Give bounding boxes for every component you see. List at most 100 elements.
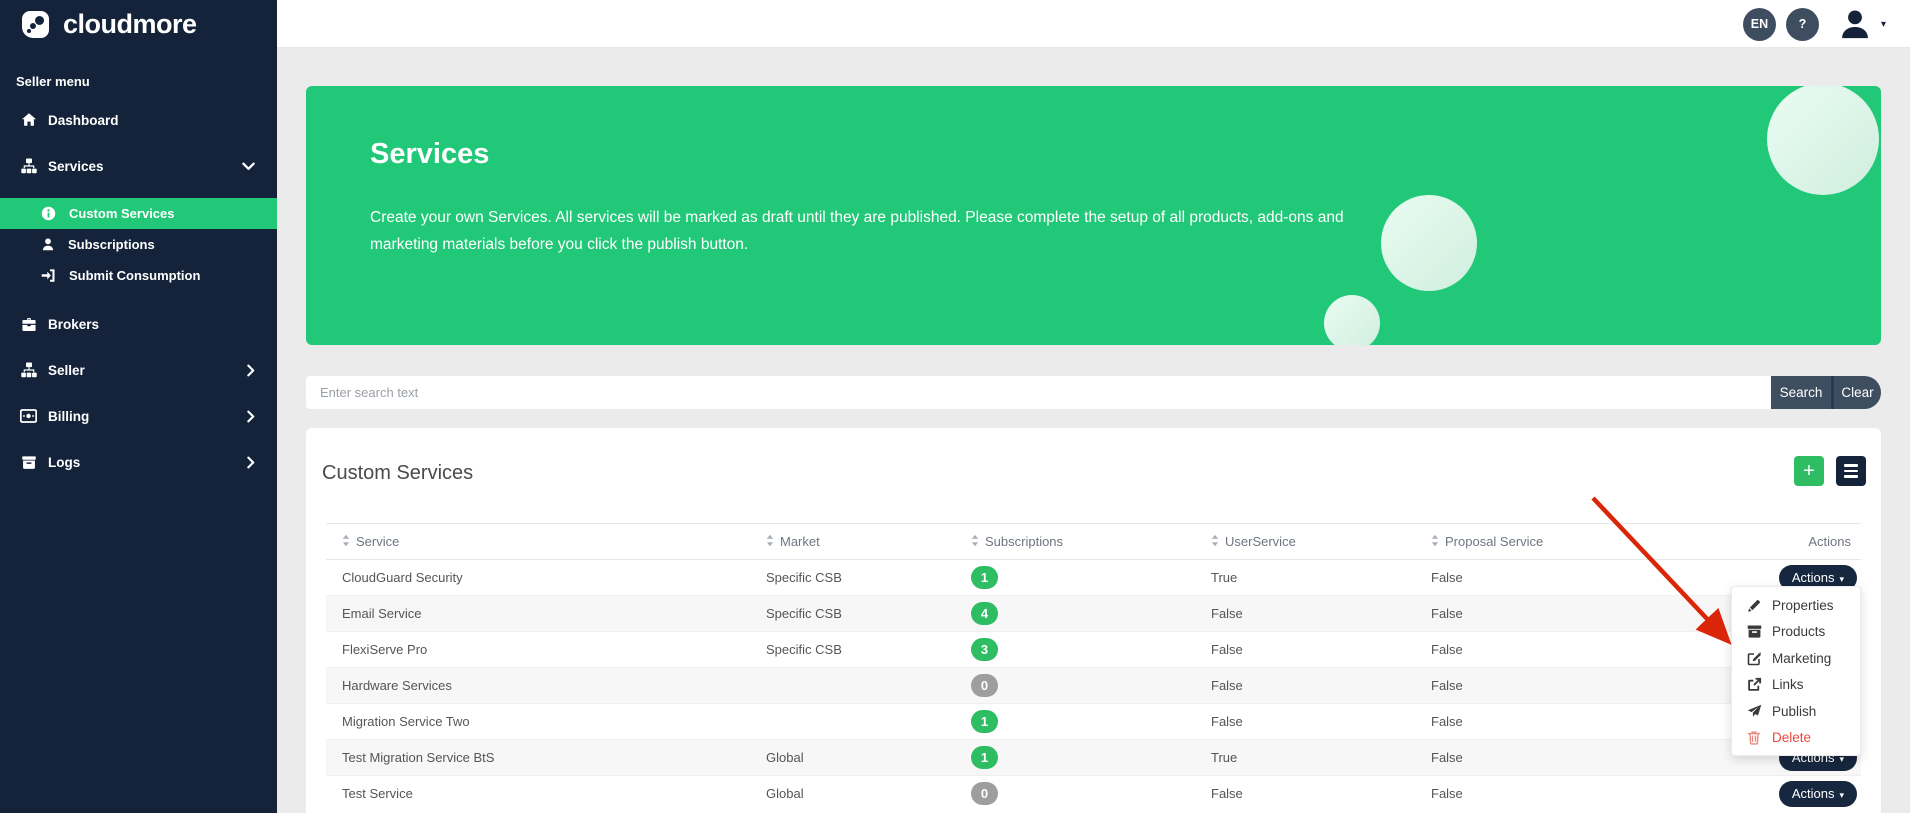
sidebar-item-seller[interactable]: Seller xyxy=(0,347,277,393)
service-cell: Migration Service Two xyxy=(326,704,750,740)
userservice-cell: True xyxy=(1195,560,1415,596)
chevron-right-icon xyxy=(247,364,255,377)
table-row: Email Service Specific CSB 4 False False… xyxy=(326,596,1861,632)
sidebar-item-brokers[interactable]: Brokers xyxy=(0,301,277,347)
table-row: Migration Service Two 1 False False Acti… xyxy=(326,704,1861,740)
market-cell: Specific CSB xyxy=(750,596,955,632)
sidebar-item-label: Submit Consumption xyxy=(69,268,200,283)
search-input[interactable] xyxy=(306,376,1771,409)
proposal-cell: False xyxy=(1415,560,1670,596)
userservice-cell: True xyxy=(1195,740,1415,776)
column-header-service[interactable]: Service xyxy=(326,524,750,560)
decorative-circle xyxy=(1767,86,1879,195)
page-title: Services xyxy=(370,138,489,171)
search-bar: Search Clear xyxy=(306,376,1881,409)
market-cell: Global xyxy=(750,776,955,812)
add-service-button[interactable]: + xyxy=(1794,456,1824,486)
proposal-cell: False xyxy=(1415,596,1670,632)
column-header-userservice[interactable]: UserService xyxy=(1195,524,1415,560)
subscriptions-badge: 4 xyxy=(971,602,998,625)
custom-services-panel: Custom Services + Service Market Subscri… xyxy=(306,428,1881,813)
help-button[interactable]: ? xyxy=(1786,8,1819,41)
userservice-cell: False xyxy=(1195,776,1415,812)
billing-icon xyxy=(20,409,37,423)
briefcase-icon xyxy=(20,317,37,332)
column-header-market[interactable]: Market xyxy=(750,524,955,560)
menu-item-delete[interactable]: Delete xyxy=(1732,725,1860,752)
menu-item-properties[interactable]: Properties xyxy=(1732,592,1860,619)
menu-item-products[interactable]: Products xyxy=(1732,619,1860,646)
chevron-down-icon: ▾ xyxy=(1839,790,1844,800)
decorative-circle xyxy=(1324,295,1380,345)
sidebar-item-services[interactable]: Services xyxy=(0,143,277,189)
service-cell: Test Migration Service BtS xyxy=(326,740,750,776)
brand-name: cloudmore xyxy=(63,11,197,38)
sidebar-item-label: Seller xyxy=(48,363,85,378)
userservice-cell: False xyxy=(1195,668,1415,704)
subscriptions-badge: 1 xyxy=(971,710,998,733)
proposal-cell: False xyxy=(1415,776,1670,812)
subscriptions-badge: 0 xyxy=(971,782,998,805)
sort-icon xyxy=(1431,534,1439,550)
column-header-actions: Actions xyxy=(1670,524,1861,560)
proposal-cell: False xyxy=(1415,704,1670,740)
sidebar-item-billing[interactable]: Billing xyxy=(0,393,277,439)
services-banner: Services Create your own Services. All s… xyxy=(306,86,1881,345)
sidebar-item-label: Custom Services xyxy=(69,206,175,221)
sort-icon xyxy=(342,534,350,550)
sort-icon xyxy=(1211,534,1219,550)
sort-icon xyxy=(766,534,774,550)
sidebar-item-dashboard[interactable]: Dashboard xyxy=(0,97,277,143)
subscriptions-badge: 1 xyxy=(971,566,998,589)
column-header-proposal-service[interactable]: Proposal Service xyxy=(1415,524,1670,560)
external-link-icon xyxy=(1746,677,1762,692)
clear-button[interactable]: Clear xyxy=(1831,376,1881,409)
sidebar-item-custom-services[interactable]: Custom Services xyxy=(0,198,277,229)
chevron-right-icon xyxy=(247,456,255,469)
menu-item-marketing[interactable]: Marketing xyxy=(1732,645,1860,672)
seller-menu-label: Seller menu xyxy=(0,48,277,89)
table-row: Hardware Services 0 False False Actions▾ xyxy=(326,668,1861,704)
userservice-cell: False xyxy=(1195,596,1415,632)
proposal-cell: False xyxy=(1415,740,1670,776)
market-cell xyxy=(750,668,955,704)
service-cell: Hardware Services xyxy=(326,668,750,704)
services-submenu: Custom Services Subscriptions Submit Con… xyxy=(0,198,277,291)
sidebar-item-subscriptions[interactable]: Subscriptions xyxy=(0,229,277,260)
cloudmore-logo-icon xyxy=(22,11,49,38)
column-header-subscriptions[interactable]: Subscriptions xyxy=(955,524,1195,560)
subscriptions-badge: 0 xyxy=(971,674,998,697)
proposal-cell: False xyxy=(1415,632,1670,668)
sidebar-item-label: Billing xyxy=(48,409,89,424)
list-view-button[interactable] xyxy=(1836,456,1866,486)
sidebar: cloudmore Seller menu Dashboard xyxy=(0,0,277,813)
userservice-cell: False xyxy=(1195,632,1415,668)
cloudmore-logo[interactable]: cloudmore xyxy=(0,0,277,48)
sitemap-icon xyxy=(20,362,37,378)
sidebar-item-label: Logs xyxy=(48,455,80,470)
menu-item-links[interactable]: Links xyxy=(1732,672,1860,699)
user-menu[interactable]: ▾ xyxy=(1837,6,1886,42)
custom-services-table: Service Market Subscriptions UserService… xyxy=(326,523,1861,812)
home-icon xyxy=(20,112,37,128)
trash-icon xyxy=(1746,730,1762,745)
service-cell: FlexiServe Pro xyxy=(326,632,750,668)
menu-item-publish[interactable]: Publish xyxy=(1732,698,1860,725)
paper-plane-icon xyxy=(1746,704,1762,719)
marketing-icon xyxy=(1746,651,1762,666)
main-content: Services Create your own Services. All s… xyxy=(277,48,1910,813)
subscriptions-badge: 3 xyxy=(971,638,998,661)
actions-button[interactable]: Actions▾ xyxy=(1779,781,1857,807)
banner-description: Create your own Services. All services w… xyxy=(370,204,1410,258)
pencil-icon xyxy=(1746,598,1762,613)
search-button[interactable]: Search xyxy=(1771,376,1831,409)
sidebar-item-logs[interactable]: Logs xyxy=(0,439,277,485)
service-cell: CloudGuard Security xyxy=(326,560,750,596)
market-cell: Specific CSB xyxy=(750,632,955,668)
sidebar-item-submit-consumption[interactable]: Submit Consumption xyxy=(0,260,277,291)
market-cell: Specific CSB xyxy=(750,560,955,596)
table-header-row: Service Market Subscriptions UserService… xyxy=(326,524,1861,560)
sort-icon xyxy=(971,534,979,550)
language-button[interactable]: EN xyxy=(1743,8,1776,41)
products-icon xyxy=(1746,624,1762,639)
